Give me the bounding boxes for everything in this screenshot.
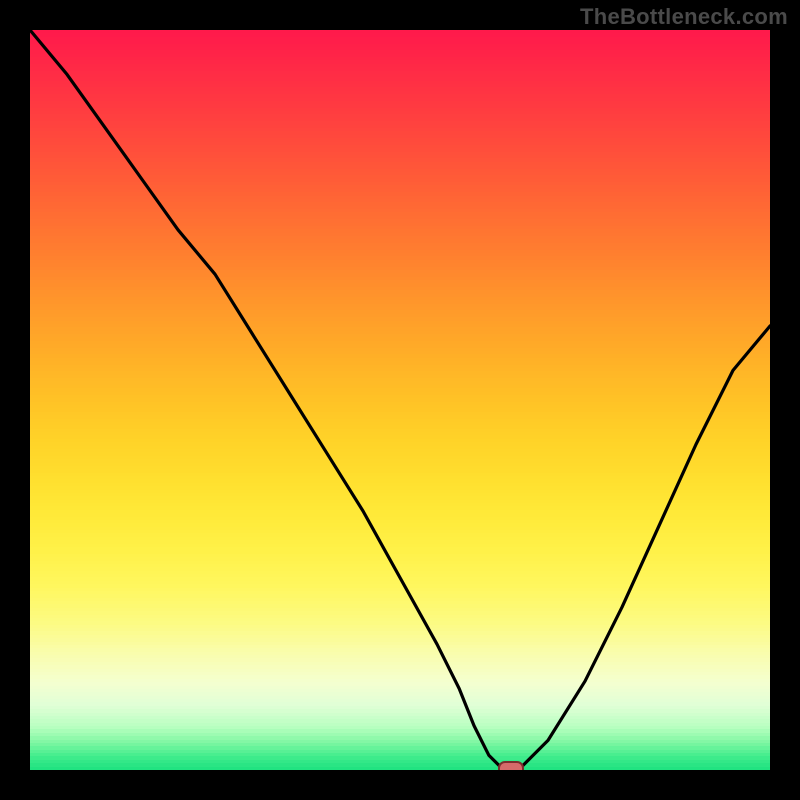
plot-area: [30, 30, 770, 770]
chart-frame: TheBottleneck.com: [0, 0, 800, 800]
curve-path: [30, 30, 770, 770]
optimal-marker: [498, 761, 524, 770]
watermark-text: TheBottleneck.com: [580, 4, 788, 30]
bottleneck-curve: [30, 30, 770, 770]
